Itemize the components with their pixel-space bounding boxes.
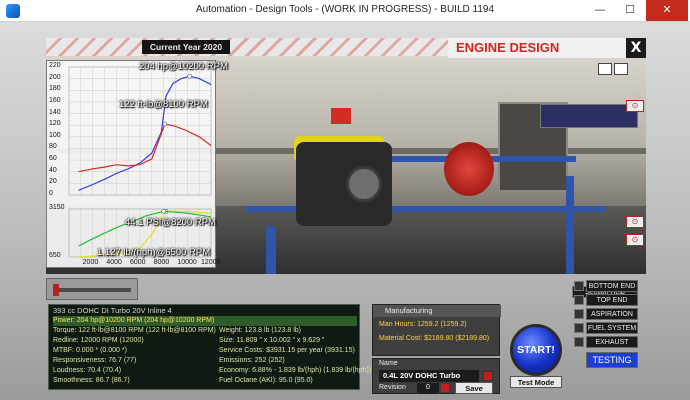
boost-peak-label: 44.1 PSI@8200 RPM xyxy=(125,217,216,228)
section-arrow-icon[interactable] xyxy=(574,281,584,291)
rpm-slider-handle[interactable] xyxy=(53,284,59,296)
section-arrow-icon[interactable] xyxy=(574,337,584,347)
y-tick-label: 20 xyxy=(49,178,57,186)
revision-label: Revision xyxy=(379,384,406,391)
camera-icon[interactable] xyxy=(598,63,612,75)
x-tick-label: 4000 xyxy=(106,259,122,266)
turbo-charger xyxy=(346,166,382,202)
y-tick-label: 650 xyxy=(49,252,61,259)
power-peak-label: 204 hp@10200 RPM xyxy=(139,61,228,72)
section-arrow-icon[interactable] xyxy=(574,295,584,305)
view-toggle-icon[interactable]: ⊙ xyxy=(626,216,644,228)
rpm-slider[interactable] xyxy=(46,278,138,300)
x-tick-label: 6000 xyxy=(130,259,146,266)
stat-weight: Weight: 123.8 lb (123.8 lb) xyxy=(219,327,301,334)
engine-stats-panel: 393 cc DOHC DI Turbo 20V Inline 4 Power:… xyxy=(48,304,371,390)
manufacturing-panel: Manufacturing Man Hours: 1259.2 (1259.2)… xyxy=(372,304,501,356)
man-hours: Man Hours: 1259.2 (1259.2) xyxy=(379,321,467,328)
section-title: ENGINE DESIGN xyxy=(448,38,626,58)
y-tick-label: 3150 xyxy=(49,204,65,211)
revision-stepper[interactable] xyxy=(441,384,449,392)
graph-peak-marker xyxy=(187,74,192,79)
dyno-graph: 220 200 180 160 140 120 100 80 60 40 20 0 3150 650 200… xyxy=(46,60,228,268)
dyno-graph-svg xyxy=(68,66,212,258)
name-label: Name xyxy=(379,360,398,367)
stat-torque: Torque: 122 ft-lb@8100 RPM (122 ft-lb@81… xyxy=(53,327,216,334)
eye-icon[interactable] xyxy=(614,63,628,75)
stat-responsiveness: Responsiveness: 76.7 (77) xyxy=(53,357,137,364)
dyno-drum xyxy=(444,142,494,196)
save-button[interactable]: Save xyxy=(455,382,493,394)
view-icons xyxy=(598,60,646,75)
start-button[interactable]: START! xyxy=(510,324,562,376)
minimize-button[interactable]: — xyxy=(586,0,614,21)
engine-description: 393 cc DOHC DI Turbo 20V Inline 4 xyxy=(53,306,172,315)
dyno-poster xyxy=(540,104,638,128)
graph-series-line xyxy=(78,123,212,173)
close-designer-button[interactable]: X xyxy=(626,38,646,58)
stat-emissions: Emissions: 252 (252) xyxy=(219,357,285,364)
y-tick-label: 40 xyxy=(49,166,57,174)
stat-fuel-octane: Fuel Octane (AKI): 95.0 (95.0) xyxy=(219,377,313,384)
material-cost: Material Cost: $2189.80 ($2189.80) xyxy=(379,335,490,342)
stat-redline: Redline: 12000 RPM (12000) xyxy=(53,337,144,344)
fire-sign xyxy=(331,108,351,124)
window-titlebar: Automation - Design Tools - (WORK IN PRO… xyxy=(0,0,690,22)
y-tick-label: 60 xyxy=(49,155,57,163)
y-tick-label: 0 xyxy=(49,190,53,197)
section-arrow-icon[interactable] xyxy=(574,309,584,319)
y-tick-label: 100 xyxy=(49,131,61,139)
manufacturing-title: Manufacturing xyxy=(373,305,501,317)
maximize-button[interactable]: ☐ xyxy=(616,0,644,21)
section-fuel-system[interactable]: FUEL SYSTEM xyxy=(586,322,638,334)
dyno-rail-post xyxy=(266,226,276,274)
stat-mtbf: MTBF: 0.000 * (0.000 *) xyxy=(53,347,127,354)
section-top-end[interactable]: TOP END xyxy=(586,294,638,306)
section-exhaust[interactable]: EXHAUST xyxy=(586,336,638,348)
game-frame: Current Year 2020 ENGINE DESIGN X ⊙ ⊙ ⊙ … xyxy=(0,22,690,400)
view-toggle-icon[interactable]: ⊙ xyxy=(626,100,644,112)
view-toggle-icon[interactable]: ⊙ xyxy=(626,234,644,246)
stat-loudness: Loudness: 70.4 (70.4) xyxy=(53,367,122,374)
torque-peak-label: 122 ft-lb@8100 RPM xyxy=(119,99,208,110)
consumption-peak-label: 1.127 lb/(hph)@6500 RPM xyxy=(97,247,211,258)
y-tick-label: 220 xyxy=(49,62,61,69)
y-tick-label: 160 xyxy=(49,96,61,104)
section-bottom-end[interactable]: BOTTOM END xyxy=(586,280,638,292)
test-mode-button[interactable]: Test Mode xyxy=(510,376,562,388)
stat-power: Power: 204 hp@10200 RPM (204 hp@10200 RP… xyxy=(53,316,357,326)
section-aspiration[interactable]: ASPIRATION xyxy=(586,308,638,320)
name-panel: Name 0.4L 20V DOHC Turbo Revision 0 Save xyxy=(372,358,500,394)
stat-size: Size: 11.809 " x 10.002 " x 9.629 " xyxy=(219,337,325,344)
graph-peak-marker xyxy=(162,121,168,127)
y-tick-label: 80 xyxy=(49,143,57,151)
revision-field[interactable]: 0 xyxy=(417,383,439,393)
section-testing[interactable]: TESTING xyxy=(586,352,638,368)
y-tick-label: 120 xyxy=(49,120,61,128)
x-tick-label: 10000 xyxy=(177,259,197,266)
graph-peak-marker xyxy=(161,209,166,214)
stat-smoothness: Smoothness: 86.7 (86.7) xyxy=(53,377,130,384)
dyno-rail-post xyxy=(566,176,574,274)
close-window-button[interactable]: ✕ xyxy=(646,0,688,21)
y-tick-label: 140 xyxy=(49,108,61,116)
x-tick-label: 12000 xyxy=(201,259,221,266)
stat-economy: Economy: 6.88% - 1.839 lb/(hph) (1.839 l… xyxy=(219,367,372,374)
x-tick-label: 8000 xyxy=(153,259,170,266)
y-tick-label: 200 xyxy=(49,73,61,81)
stat-service-costs: Service Costs: $3931.15 per year (3931.1… xyxy=(219,347,355,354)
clear-name-button[interactable] xyxy=(483,371,493,381)
current-year: Current Year 2020 xyxy=(142,40,230,54)
engine-name-field[interactable]: 0.4L 20V DOHC Turbo xyxy=(379,370,479,382)
section-arrow-icon[interactable] xyxy=(574,323,584,333)
y-tick-label: 180 xyxy=(49,85,61,93)
rpm-slider-track xyxy=(53,288,131,292)
x-tick-label: 2000 xyxy=(82,259,99,266)
